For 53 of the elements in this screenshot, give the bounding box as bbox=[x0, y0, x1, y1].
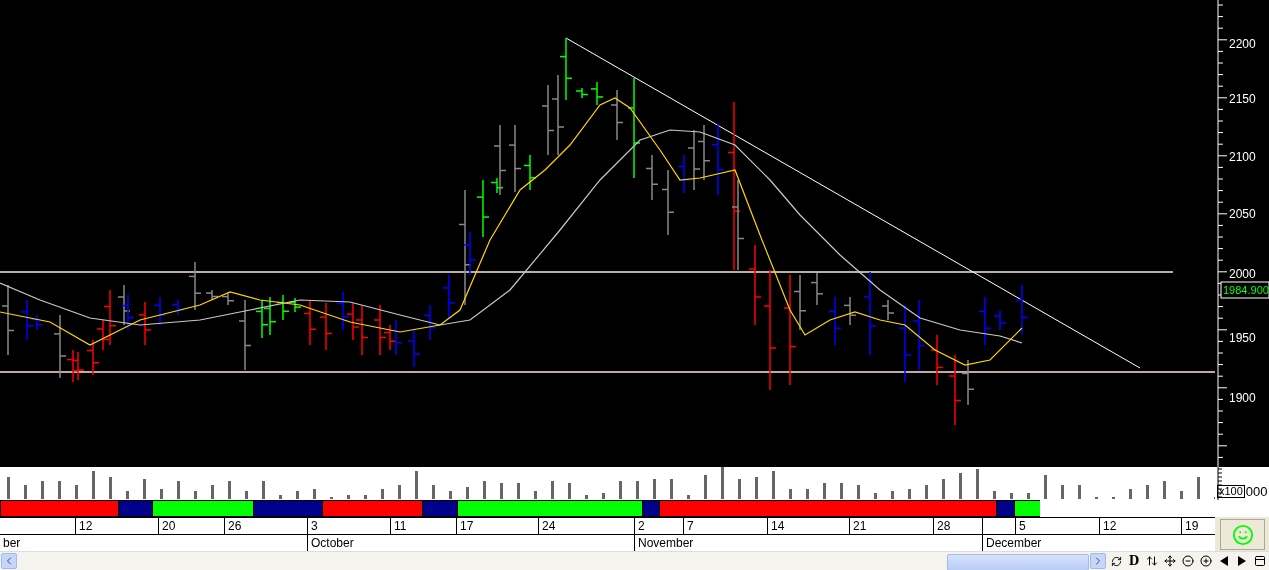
up-down-arrows-icon bbox=[1146, 555, 1158, 567]
price-bar bbox=[171, 299, 185, 316]
price-bar bbox=[541, 84, 555, 156]
price-bar bbox=[336, 291, 350, 331]
price-bar bbox=[121, 294, 135, 331]
price-axis-label: 1950 bbox=[1229, 331, 1256, 345]
price-bar bbox=[346, 302, 360, 341]
zoom-in-button[interactable] bbox=[1197, 552, 1215, 570]
refresh-icon bbox=[1110, 555, 1122, 567]
price-bar bbox=[1, 284, 15, 356]
price-bar bbox=[319, 302, 333, 351]
volume-unit-label: x100 bbox=[1217, 485, 1245, 498]
last-price-label: 1984.900 bbox=[1220, 281, 1269, 299]
price-bar bbox=[117, 284, 131, 326]
price-bar bbox=[442, 274, 456, 319]
price-bar bbox=[930, 334, 944, 386]
price-bar bbox=[407, 329, 421, 368]
price-axis-label: 2050 bbox=[1229, 207, 1256, 221]
price-axis-label: 1900 bbox=[1229, 391, 1256, 405]
price-bar bbox=[205, 289, 219, 301]
price-bar bbox=[423, 304, 437, 341]
zoom-out-button[interactable] bbox=[1179, 552, 1197, 570]
panel-icon bbox=[1254, 555, 1266, 567]
price-bar bbox=[645, 154, 659, 201]
price-axis-label: 2000 bbox=[1229, 267, 1256, 281]
price-bar bbox=[71, 351, 85, 381]
price-bar bbox=[355, 304, 369, 356]
scroll-thumb[interactable] bbox=[947, 553, 1089, 570]
move-icon bbox=[1164, 555, 1176, 567]
price-axis-label: 2100 bbox=[1229, 150, 1256, 164]
price-bar bbox=[1015, 284, 1029, 336]
month-label: ber bbox=[2, 535, 21, 551]
zoom-out-icon bbox=[1182, 555, 1194, 567]
price-bar bbox=[912, 299, 926, 371]
price-axis-label: 2200 bbox=[1229, 37, 1256, 51]
price-bar bbox=[221, 292, 235, 306]
price-bar bbox=[810, 272, 824, 306]
price-axis-label: 2150 bbox=[1229, 92, 1256, 106]
triangle-left-icon bbox=[1220, 556, 1228, 566]
smiley-icon bbox=[1231, 523, 1254, 546]
price-bar bbox=[697, 124, 711, 181]
triangle-right-icon bbox=[1238, 556, 1246, 566]
price-bar bbox=[238, 299, 252, 371]
price-bar bbox=[881, 299, 895, 321]
volume-axis-label: 000 bbox=[1245, 485, 1268, 498]
price-bar bbox=[86, 339, 100, 376]
price-bar bbox=[610, 89, 624, 141]
price-bar bbox=[661, 169, 675, 236]
price-bar bbox=[188, 261, 202, 311]
price-bar bbox=[559, 37, 573, 101]
letter-button[interactable]: D bbox=[1125, 552, 1143, 570]
zoom-in-icon bbox=[1200, 555, 1212, 567]
price-bar bbox=[255, 299, 269, 339]
